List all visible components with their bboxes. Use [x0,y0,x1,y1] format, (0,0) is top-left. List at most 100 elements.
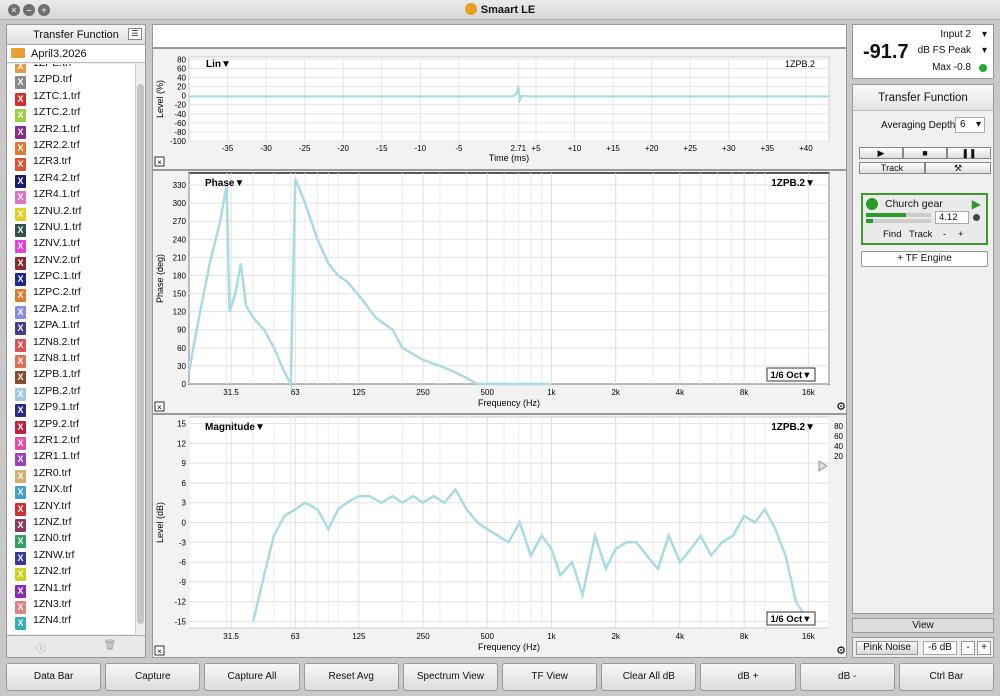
settings-gear-icon: ⚙ [836,401,846,413]
stop-button[interactable]: ■ [903,147,947,159]
file-item[interactable]: X 1ZN4.trf [7,612,135,631]
trash-icon[interactable]: 🗑 [76,640,144,651]
coherence-tick-label: 80 [834,422,843,431]
x-axis-label: Frequency (Hz) [478,642,540,652]
file-item[interactable]: X 1ZNU.2.trf [7,203,135,221]
y-tick-label: 60 [177,344,186,353]
file-item[interactable]: X 1ZR4.2.trf [7,170,135,188]
ctrl-bar-button[interactable]: Ctrl Bar [898,663,995,691]
file-item[interactable]: X 1ZN8.2.trf [7,334,135,352]
level-minus-button[interactable]: - [961,641,975,655]
phase-plot[interactable]: 330300270240210180150120906030031.5 63 125… [153,171,846,413]
impulse-plot[interactable]: 806040200-20-40-60-80-100-35 -30 -25 -20 -15… [153,49,846,169]
play-button[interactable]: ▶ [859,147,903,159]
file-item[interactable]: X 1ZR0.trf [7,465,135,483]
file-item[interactable]: X 1ZTC.1.trf [7,88,135,106]
file-item[interactable]: X 1ZR1.1.trf [7,448,135,467]
y-tick-label: -3 [179,538,187,547]
file-item[interactable]: X 1ZN0.trf [7,530,135,549]
delay-minus-button[interactable]: - [943,229,946,240]
reset-avg-button[interactable]: Reset Avg [303,663,399,691]
chevron-down-icon[interactable]: ▾ [982,45,987,56]
file-item[interactable]: X 1ZPA.1.trf [7,317,135,336]
input-meter: -91.7 Input 2 ▾ dB FS Peak ▾ Max -0.8 [852,24,994,79]
file-item[interactable]: X 1ZNZ.trf [7,514,135,532]
level-plus-button[interactable]: + [977,641,991,655]
clear-all-db-button[interactable]: Clear All dB [601,663,697,691]
pink-noise-button[interactable]: Pink Noise [856,641,918,655]
file-item[interactable]: X 1ZPB.1.trf [7,366,135,385]
minimize-window-icon[interactable]: – [23,4,35,16]
file-item[interactable]: X 1ZN2.trf [7,563,135,582]
magnitude-plot[interactable]: 15129630-3-6-9-12-1531.5 63 125 250 500 1k 2k 4… [153,415,846,657]
sidebar-scrollbar[interactable] [135,64,145,634]
scrollbar-thumb[interactable] [137,84,144,624]
file-name: 1ZN8.2.trf [33,335,80,348]
x-tick-label: +20 [645,144,659,153]
close-window-icon[interactable]: × [8,4,20,16]
engine-track-button[interactable]: Track [909,229,932,240]
folder-item[interactable]: April3.2026 [7,45,145,63]
tf-engine-card[interactable]: Church gear ▶ 4.12 Find Track - + [861,193,988,245]
file-list[interactable]: X1ZPE.trfX1ZPD.trfX1ZTC.1.trfX1ZTC.2.trf… [7,64,135,634]
db-button[interactable]: dB - [799,663,895,691]
file-item[interactable]: X 1ZNW.trf [7,547,135,565]
file-item[interactable]: X 1ZNX.trf [7,481,135,500]
tf-view-button[interactable]: TF View [502,663,598,691]
file-item[interactable]: X 1ZNV.1.trf [7,235,135,254]
zoom-window-icon[interactable]: + [38,4,50,16]
file-item[interactable]: X 1ZTC.2.trf [7,104,135,123]
meter-mode-select[interactable]: dB FS Peak [918,45,971,56]
file-item[interactable]: X 1ZNV.2.trf [7,252,135,270]
plot-area [188,56,830,142]
track-button[interactable]: Track [859,162,925,174]
generator-level[interactable]: -6 dB [923,641,957,655]
y-tick-label: 0 [182,519,187,528]
data-bar-button[interactable]: Data Bar [6,663,102,691]
x-tick-label: 1k [547,388,556,397]
file-item[interactable]: X1ZPE.trf [7,64,135,73]
file-name: 1ZP9.1.trf [33,401,80,414]
file-item[interactable]: X 1ZR2.2.trf [7,137,135,155]
file-name: 1ZPC.2.trf [33,286,81,299]
file-item[interactable]: X 1ZR4.1.trf [7,186,135,205]
find-button[interactable]: Find [883,229,901,240]
file-item[interactable]: X 1ZP9.2.trf [7,416,135,434]
averaging-select[interactable]: 6 ▾ [955,117,985,133]
pause-button[interactable]: ❚❚ [947,147,991,159]
sidebar-header: Transfer Function ☰ [7,25,145,45]
file-item[interactable]: X 1ZP9.1.trf [7,399,135,418]
file-item[interactable]: X 1ZR2.1.trf [7,121,135,139]
sidebar-menu-icon[interactable]: ☰ [128,28,142,40]
file-item[interactable]: X 1ZNU.1.trf [7,219,135,237]
file-item[interactable]: X 1ZN1.trf [7,580,135,598]
add-tf-engine-button[interactable]: + TF Engine [861,251,988,267]
chevron-down-icon[interactable]: ▾ [982,29,987,40]
file-item[interactable]: X 1ZPA.2.trf [7,301,135,319]
file-name: 1ZPB.2.trf [33,384,81,397]
db-button[interactable]: dB + [700,663,796,691]
view-button[interactable]: View [852,618,994,633]
info-icon[interactable]: ⓘ [7,640,75,655]
file-item[interactable]: X 1ZPC.1.trf [7,268,135,287]
file-item[interactable]: X 1ZN8.1.trf [7,350,135,369]
file-item[interactable]: X 1ZPC.2.trf [7,284,135,303]
input-select[interactable]: Input 2 [940,29,971,40]
x-tick-label: +10 [568,144,582,153]
delay-value[interactable]: 4.12 [935,211,969,224]
spectrum-view-button[interactable]: Spectrum View [402,663,499,691]
phase-panel: 330 300 270 240 210 180 150 120 90 60 30 0 31.5 63 125… [152,170,847,414]
meter-value: -91.7 [863,41,909,63]
file-item[interactable]: X 1ZR1.2.trf [7,432,135,450]
delay-plus-button[interactable]: + [958,229,964,240]
file-item[interactable]: X 1ZPD.trf [7,71,135,90]
capture-button[interactable]: Capture [105,663,201,691]
capture-all-button[interactable]: Capture All [204,663,300,691]
file-item[interactable]: X 1ZR3.trf [7,153,135,172]
file-item[interactable]: X 1ZNY.trf [7,498,135,516]
engine-play-icon[interactable]: ▶ [972,197,981,211]
file-item[interactable]: X 1ZN3.trf [7,596,135,614]
file-item[interactable]: X 1ZPB.2.trf [7,383,135,401]
tools-button[interactable]: ⚒ [925,162,991,174]
engine-power-icon[interactable] [866,198,878,210]
